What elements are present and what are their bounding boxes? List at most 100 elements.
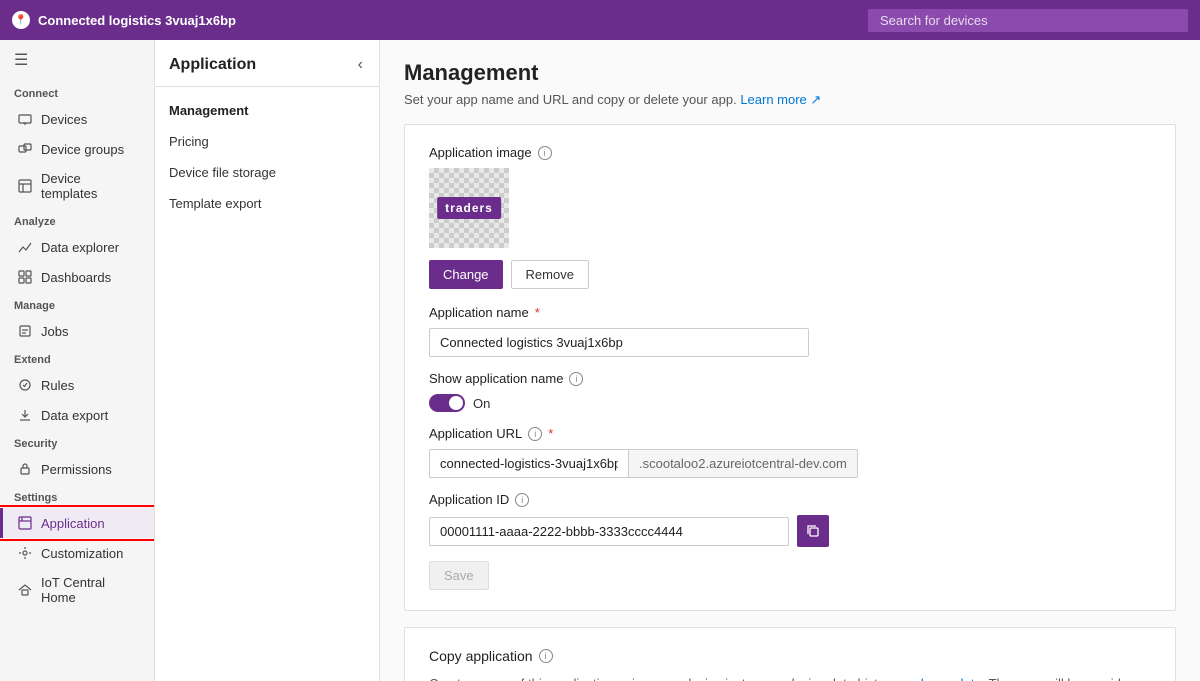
sidebar-data-export-label: Data export	[41, 408, 108, 423]
show-app-name-info-icon[interactable]: i	[569, 372, 583, 386]
sidebar-dashboards-label: Dashboards	[41, 270, 111, 285]
show-app-name-group: Show application name i On	[429, 371, 1151, 412]
app-logo: 📍 Connected logistics 3vuaj1x6bp	[12, 11, 236, 29]
section-manage: Manage	[0, 292, 154, 316]
app-id-input[interactable]	[429, 517, 789, 546]
hamburger-button[interactable]: ☰	[0, 40, 154, 80]
sidebar-device-groups-label: Device groups	[41, 142, 124, 157]
remove-image-button[interactable]: Remove	[511, 260, 589, 289]
customization-icon	[17, 545, 33, 561]
app-name-group: Application name	[429, 305, 1151, 357]
second-panel-close-button[interactable]: ‹	[356, 54, 365, 76]
sidebar-item-data-explorer[interactable]: Data explorer	[0, 232, 154, 262]
sidebar-devices-label: Devices	[41, 112, 87, 127]
second-panel-title: Application	[169, 56, 256, 74]
home-icon	[17, 582, 33, 598]
app-url-label: Application URL i	[429, 426, 1151, 441]
show-app-name-toggle[interactable]	[429, 394, 465, 412]
copy-app-title: Copy application i	[429, 648, 1151, 664]
app-name: Connected logistics 3vuaj1x6bp	[38, 13, 236, 28]
show-app-name-label: Show application name i	[429, 371, 1151, 386]
app-name-label: Application name	[429, 305, 1151, 320]
pricing-nav-label: Pricing	[169, 134, 209, 149]
second-panel-nav: Management Pricing Device file storage T…	[155, 87, 379, 227]
sidebar-item-iot-central-home[interactable]: IoT Central Home	[0, 568, 154, 612]
template-icon	[17, 178, 33, 194]
section-connect: Connect	[0, 80, 154, 104]
jobs-icon	[17, 323, 33, 339]
chart-icon	[17, 239, 33, 255]
sidebar-item-device-templates[interactable]: Device templates	[0, 164, 154, 208]
sidebar-application-label: Application	[41, 516, 105, 531]
sidebar-iot-home-label: IoT Central Home	[41, 575, 140, 605]
page-subtitle: Set your app name and URL and copy or de…	[404, 92, 1176, 108]
save-button[interactable]: Save	[429, 561, 489, 590]
second-panel-item-template-export[interactable]: Template export	[155, 188, 379, 219]
sidebar-item-device-groups[interactable]: Device groups	[0, 134, 154, 164]
second-panel-item-device-file-storage[interactable]: Device file storage	[155, 157, 379, 188]
main-layout: ☰ Connect Devices Device groups Device t…	[0, 40, 1200, 681]
second-panel-header: Application ‹	[155, 40, 379, 87]
copy-desc-link: and user data.	[902, 676, 985, 681]
change-image-button[interactable]: Change	[429, 260, 503, 289]
sidebar-data-explorer-label: Data explorer	[41, 240, 119, 255]
logo-icon: 📍	[12, 11, 30, 29]
second-panel-item-management[interactable]: Management	[155, 95, 379, 126]
second-panel-item-pricing[interactable]: Pricing	[155, 126, 379, 157]
page-title: Management	[404, 60, 1176, 86]
device-group-icon	[17, 141, 33, 157]
dashboard-icon	[17, 269, 33, 285]
app-url-suffix: .scootaloo2.azureiotcentral-dev.com	[629, 449, 858, 478]
sidebar-customization-label: Customization	[41, 546, 123, 561]
app-image-group: Application image i traders Change Remov…	[429, 145, 1151, 289]
sidebar-item-devices[interactable]: Devices	[0, 104, 154, 134]
copy-app-description: Create a copy of this application, minus…	[429, 674, 1151, 681]
section-extend: Extend	[0, 346, 154, 370]
toggle-knob	[449, 396, 463, 410]
app-url-info-icon[interactable]: i	[528, 427, 542, 441]
copy-app-info-icon[interactable]: i	[539, 649, 553, 663]
toggle-row: On	[429, 394, 1151, 412]
sidebar-item-jobs[interactable]: Jobs	[0, 316, 154, 346]
template-export-nav-label: Template export	[169, 196, 262, 211]
section-settings: Settings	[0, 484, 154, 508]
sidebar-permissions-label: Permissions	[41, 462, 112, 477]
section-security: Security	[0, 430, 154, 454]
management-card: Application image i traders Change Remov…	[404, 124, 1176, 611]
sidebar-jobs-label: Jobs	[41, 324, 68, 339]
app-image-label: Application image i	[429, 145, 1151, 160]
management-nav-label: Management	[169, 103, 248, 118]
sidebar-item-dashboards[interactable]: Dashboards	[0, 262, 154, 292]
sidebar-item-data-export[interactable]: Data export	[0, 400, 154, 430]
id-input-row	[429, 515, 1151, 547]
application-icon	[17, 515, 33, 531]
export-icon	[17, 407, 33, 423]
url-input-row: .scootaloo2.azureiotcentral-dev.com	[429, 449, 1151, 478]
second-panel: Application ‹ Management Pricing Device …	[155, 40, 380, 681]
app-id-info-icon[interactable]: i	[515, 493, 529, 507]
subtitle-text: Set your app name and URL and copy or de…	[404, 92, 737, 107]
app-image-info-icon[interactable]: i	[538, 146, 552, 160]
copy-id-button[interactable]	[797, 515, 829, 547]
image-buttons: Change Remove	[429, 260, 1151, 289]
sidebar-item-rules[interactable]: Rules	[0, 370, 154, 400]
sidebar: ☰ Connect Devices Device groups Device t…	[0, 40, 155, 681]
app-name-input[interactable]	[429, 328, 809, 357]
app-url-group: Application URL i .scootaloo2.azureiotce…	[429, 426, 1151, 478]
topbar: 📍 Connected logistics 3vuaj1x6bp	[0, 0, 1200, 40]
app-logo-preview: traders	[437, 197, 501, 219]
app-id-group: Application ID i	[429, 492, 1151, 547]
copy-application-card: Copy application i Create a copy of this…	[404, 627, 1176, 681]
permissions-icon	[17, 461, 33, 477]
sidebar-item-permissions[interactable]: Permissions	[0, 454, 154, 484]
toggle-on-label: On	[473, 396, 490, 411]
app-url-input[interactable]	[429, 449, 629, 478]
sidebar-item-application[interactable]: Application	[0, 508, 154, 538]
app-image-container: traders	[429, 168, 509, 248]
search-input[interactable]	[868, 9, 1188, 32]
sidebar-item-customization[interactable]: Customization	[0, 538, 154, 568]
learn-more-link[interactable]: Learn more ↗	[740, 92, 821, 107]
device-file-storage-nav-label: Device file storage	[169, 165, 276, 180]
rules-icon	[17, 377, 33, 393]
app-id-label: Application ID i	[429, 492, 1151, 507]
